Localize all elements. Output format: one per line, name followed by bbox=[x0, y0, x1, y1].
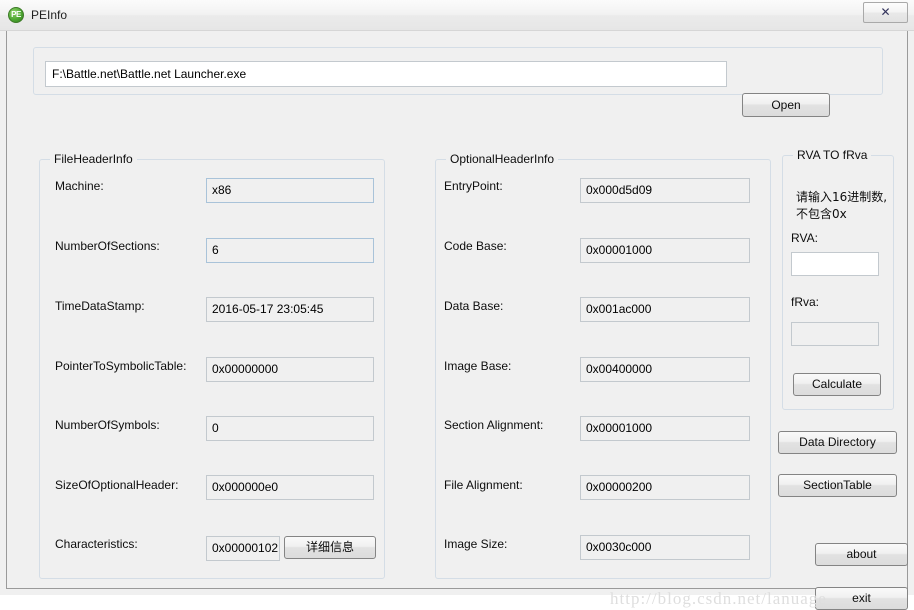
input-image-base[interactable]: 0x00400000 bbox=[580, 357, 750, 382]
input-data-base[interactable]: 0x001ac000 bbox=[580, 297, 750, 322]
about-button[interactable]: about bbox=[815, 543, 908, 566]
open-button[interactable]: Open bbox=[742, 93, 830, 117]
input-pointer-to-symbolic-table[interactable]: 0x00000000 bbox=[206, 357, 374, 382]
rva-hint-text: 请输入16进制数,不包含0x bbox=[796, 190, 888, 221]
app-logo-icon: PE bbox=[8, 7, 24, 23]
label-data-base: Data Base: bbox=[444, 299, 504, 313]
label-size-of-optional-header: SizeOfOptionalHeader: bbox=[55, 478, 179, 492]
section-table-button[interactable]: SectionTable bbox=[778, 474, 897, 497]
label-code-base: Code Base: bbox=[444, 239, 507, 253]
input-characteristics[interactable]: 0x00000102 bbox=[206, 536, 280, 561]
file-header-group-title: FileHeaderInfo bbox=[50, 152, 137, 166]
peinfo-window: PE PEInfo ✕ F:\Battle.net\Battle.net Lau… bbox=[0, 0, 914, 610]
rva-input[interactable] bbox=[791, 252, 879, 276]
optional-header-group-title: OptionalHeaderInfo bbox=[446, 152, 559, 166]
frva-output[interactable] bbox=[791, 322, 879, 346]
input-time-data-stamp[interactable]: 2016-05-17 23:05:45 bbox=[206, 297, 374, 322]
label-pointer-to-symbolic-table: PointerToSymbolicTable: bbox=[55, 359, 187, 373]
label-image-size: Image Size: bbox=[444, 537, 508, 551]
label-file-alignment: File Alignment: bbox=[444, 478, 523, 492]
label-image-base: Image Base: bbox=[444, 359, 512, 373]
input-size-of-optional-header[interactable]: 0x000000e0 bbox=[206, 475, 374, 500]
calculate-button[interactable]: Calculate bbox=[793, 373, 881, 396]
title-bar: PE PEInfo ✕ bbox=[0, 0, 914, 31]
label-frva: fRva: bbox=[791, 295, 820, 309]
window-title: PEInfo bbox=[31, 8, 68, 22]
file-path-input[interactable]: F:\Battle.net\Battle.net Launcher.exe bbox=[45, 61, 727, 87]
label-section-alignment: Section Alignment: bbox=[444, 418, 544, 432]
detail-info-button[interactable]: 详细信息 bbox=[284, 536, 376, 559]
close-icon[interactable]: ✕ bbox=[863, 2, 908, 23]
label-characteristics: Characteristics: bbox=[55, 537, 138, 551]
input-number-of-symbols[interactable]: 0 bbox=[206, 416, 374, 441]
input-file-alignment[interactable]: 0x00000200 bbox=[580, 475, 750, 500]
input-section-alignment[interactable]: 0x00001000 bbox=[580, 416, 750, 441]
client-area: F:\Battle.net\Battle.net Launcher.exe Op… bbox=[6, 31, 908, 610]
input-number-of-sections[interactable]: 6 bbox=[206, 238, 374, 263]
input-machine[interactable]: x86 bbox=[206, 178, 374, 203]
exit-button[interactable]: exit bbox=[815, 587, 908, 610]
label-time-data-stamp: TimeDataStamp: bbox=[55, 299, 145, 313]
label-number-of-sections: NumberOfSections: bbox=[55, 239, 160, 253]
input-entry-point[interactable]: 0x000d5d09 bbox=[580, 178, 750, 203]
input-image-size[interactable]: 0x0030c000 bbox=[580, 535, 750, 560]
rva-group-title: RVA TO fRva bbox=[793, 148, 872, 162]
input-code-base[interactable]: 0x00001000 bbox=[580, 238, 750, 263]
watermark-text: http://blog.csdn.net/lanuage bbox=[610, 589, 827, 608]
label-entry-point: EntryPoint: bbox=[444, 179, 503, 193]
label-number-of-symbols: NumberOfSymbols: bbox=[55, 418, 160, 432]
label-rva: RVA: bbox=[791, 231, 818, 245]
data-directory-button[interactable]: Data Directory bbox=[778, 431, 897, 454]
label-machine: Machine: bbox=[55, 179, 104, 193]
